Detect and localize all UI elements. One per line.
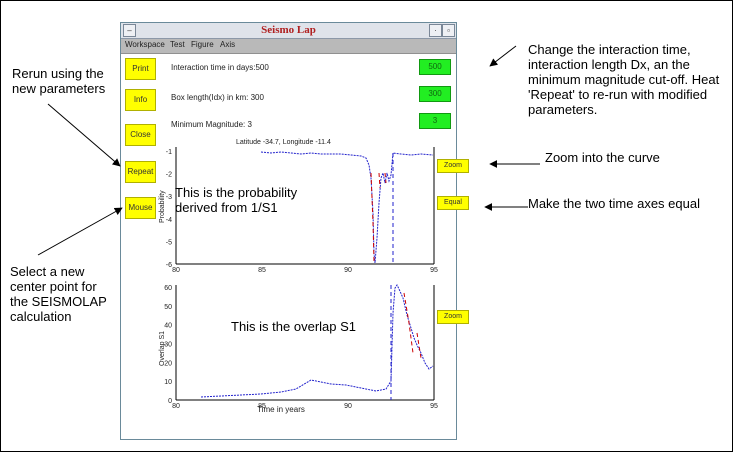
annotation-arrows bbox=[37, 45, 540, 256]
change-arrow bbox=[489, 45, 517, 67]
select-arrow bbox=[37, 207, 123, 256]
rerun-arrow bbox=[47, 103, 121, 167]
